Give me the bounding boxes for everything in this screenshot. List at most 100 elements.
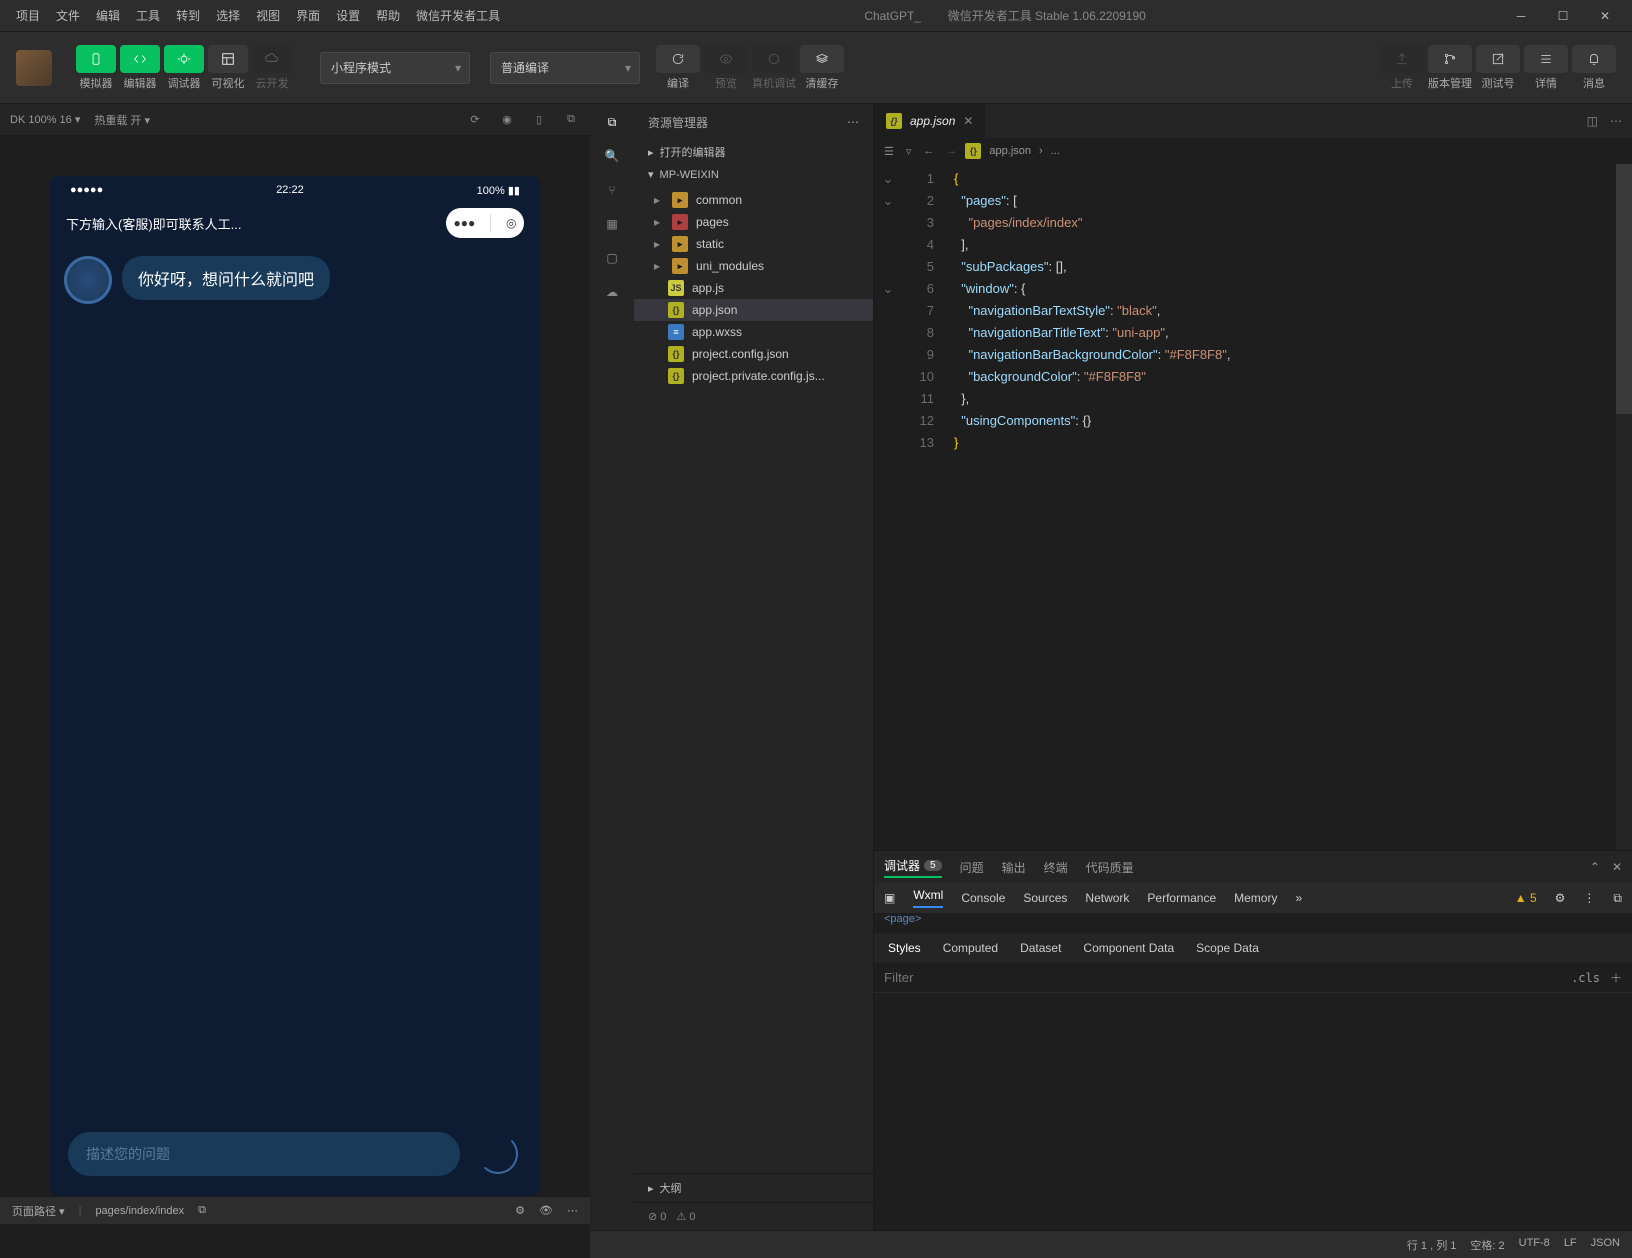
- menu-edit[interactable]: 编辑: [88, 3, 128, 28]
- purge-button[interactable]: [800, 45, 844, 73]
- cloud-tab-icon[interactable]: ☁: [600, 280, 624, 304]
- menu-project[interactable]: 项目: [8, 3, 48, 28]
- toc-icon[interactable]: ☰: [884, 145, 894, 158]
- more-icon[interactable]: ⋯: [567, 1204, 578, 1217]
- capsule-menu-icon[interactable]: ●●●: [453, 216, 475, 230]
- extensions-tab-icon[interactable]: ▦: [600, 212, 624, 236]
- debugger-button[interactable]: [164, 45, 204, 73]
- capsule[interactable]: ●●● ◎: [446, 208, 524, 238]
- cursor-position[interactable]: 行 1 , 列 1: [1407, 1237, 1457, 1253]
- debugger-tab-debugger[interactable]: 调试器 5: [884, 857, 942, 878]
- tree-item-project-private-config-js-[interactable]: {}project.private.config.js...: [634, 365, 873, 387]
- tree-item-project-config-json[interactable]: {}project.config.json: [634, 343, 873, 365]
- language-mode[interactable]: JSON: [1591, 1237, 1620, 1253]
- minimize-button[interactable]: ─: [1502, 4, 1540, 28]
- tab-more-icon[interactable]: ⋯: [1610, 114, 1622, 128]
- editor-tab[interactable]: {} app.json ✕: [874, 104, 985, 138]
- open-editors-section[interactable]: ▸ 打开的编辑器: [634, 140, 873, 164]
- copy-icon[interactable]: ⧉: [562, 111, 580, 129]
- gear-icon[interactable]: ⚙: [1555, 891, 1566, 905]
- inspect-icon[interactable]: ▣: [884, 891, 895, 905]
- debugger-tab-problems[interactable]: 问题: [960, 859, 984, 876]
- realdevice-button[interactable]: [752, 45, 796, 73]
- close-button[interactable]: ✕: [1586, 4, 1624, 28]
- menu-file[interactable]: 文件: [48, 3, 88, 28]
- styles-tab-computed[interactable]: Computed: [943, 941, 998, 955]
- version-button[interactable]: [1428, 45, 1472, 73]
- kebab-icon[interactable]: ⋮: [1583, 891, 1595, 905]
- phone-preview[interactable]: ●●●●●22:22100% ▮▮ 下方输入(客服)即可联系人工... ●●● …: [50, 176, 540, 1196]
- debugger-tab-output[interactable]: 输出: [1002, 859, 1026, 876]
- eol-info[interactable]: LF: [1564, 1237, 1577, 1253]
- errors-count[interactable]: ⊘ 0: [648, 1210, 666, 1223]
- dock-icon[interactable]: ⧉: [1613, 891, 1622, 906]
- capsule-close-icon[interactable]: ◎: [506, 216, 516, 230]
- menu-settings[interactable]: 设置: [328, 3, 368, 28]
- cls-toggle[interactable]: .cls: [1571, 971, 1600, 985]
- devtool-memory[interactable]: Memory: [1234, 891, 1277, 905]
- tree-item-uni_modules[interactable]: ▸uni_modules: [634, 255, 873, 277]
- chevron-up-icon[interactable]: ⌃: [1590, 860, 1600, 874]
- debugger-tab-terminal[interactable]: 终端: [1044, 859, 1068, 876]
- tree-item-app-js[interactable]: JSapp.js: [634, 277, 873, 299]
- refresh-icon[interactable]: ⟳: [466, 111, 484, 129]
- indent-info[interactable]: 空格: 2: [1470, 1237, 1504, 1253]
- page-path[interactable]: pages/index/index: [95, 1205, 184, 1217]
- tree-item-static[interactable]: ▸static: [634, 233, 873, 255]
- record-icon[interactable]: ◉: [498, 111, 516, 129]
- devtool-network[interactable]: Network: [1085, 891, 1129, 905]
- explorer-more-icon[interactable]: ⋯: [847, 115, 859, 129]
- git-tab-icon[interactable]: ⑂: [600, 178, 624, 202]
- preview-button[interactable]: [704, 45, 748, 73]
- maximize-button[interactable]: ☐: [1544, 4, 1582, 28]
- explorer-tab-icon[interactable]: ⧉: [600, 110, 624, 134]
- copy-path-icon[interactable]: ⧉: [198, 1204, 206, 1217]
- user-avatar[interactable]: [16, 50, 52, 86]
- forward-icon[interactable]: →: [946, 145, 957, 158]
- visual-button[interactable]: [208, 45, 248, 73]
- styles-tab-styles[interactable]: Styles: [888, 941, 921, 955]
- menu-select[interactable]: 选择: [208, 3, 248, 28]
- devtool-console[interactable]: Console: [961, 891, 1005, 905]
- mode-select[interactable]: 小程序模式: [320, 52, 470, 84]
- messages-button[interactable]: [1572, 45, 1616, 73]
- code-editor[interactable]: ⌄⌄⌄ 12345678910111213 { "pages": [ "page…: [874, 164, 1632, 850]
- menu-goto[interactable]: 转到: [168, 3, 208, 28]
- menu-help[interactable]: 帮助: [368, 3, 408, 28]
- outline-section[interactable]: ▸ 大纲: [634, 1173, 873, 1202]
- menu-interface[interactable]: 界面: [288, 3, 328, 28]
- minimap[interactable]: [1616, 164, 1632, 850]
- tree-item-common[interactable]: ▸common: [634, 189, 873, 211]
- simulator-button[interactable]: [76, 45, 116, 73]
- gear-icon[interactable]: ⚙: [515, 1204, 525, 1217]
- project-section[interactable]: ▾ MP-WEIXIN: [634, 164, 873, 185]
- editor-button[interactable]: [120, 45, 160, 73]
- cube-icon[interactable]: ▢: [600, 246, 624, 270]
- styles-tab-scope[interactable]: Scope Data: [1196, 941, 1259, 955]
- details-button[interactable]: [1524, 45, 1568, 73]
- menu-wechat-devtools[interactable]: 微信开发者工具: [408, 3, 508, 28]
- tree-item-app-json[interactable]: {}app.json: [634, 299, 873, 321]
- send-swirl-icon[interactable]: [474, 1130, 522, 1178]
- warning-badge[interactable]: ▲ 5: [1515, 891, 1537, 905]
- chat-input[interactable]: 描述您的问题: [68, 1132, 460, 1176]
- tree-item-app-wxss[interactable]: ≡app.wxss: [634, 321, 873, 343]
- compile-select[interactable]: 普通编译: [490, 52, 640, 84]
- device-info[interactable]: DK 100% 16 ▾: [10, 113, 80, 126]
- debugger-tab-quality[interactable]: 代码质量: [1086, 859, 1134, 876]
- devtool-performance[interactable]: Performance: [1147, 891, 1216, 905]
- back-icon[interactable]: ←: [923, 145, 934, 158]
- devtool-more-icon[interactable]: »: [1295, 891, 1302, 905]
- split-icon[interactable]: ◫: [1587, 114, 1598, 128]
- devtool-sources[interactable]: Sources: [1023, 891, 1067, 905]
- devtool-wxml[interactable]: Wxml: [913, 888, 943, 908]
- warnings-count[interactable]: ⚠ 0: [676, 1210, 695, 1223]
- menu-tools[interactable]: 工具: [128, 3, 168, 28]
- encoding-info[interactable]: UTF-8: [1519, 1237, 1550, 1253]
- breadcrumb[interactable]: ☰ ▿ ← → {} app.json › ...: [874, 138, 1632, 164]
- close-tab-icon[interactable]: ✕: [963, 114, 973, 128]
- add-rule-icon[interactable]: ＋: [1610, 969, 1622, 986]
- close-panel-icon[interactable]: ✕: [1612, 860, 1622, 874]
- upload-button[interactable]: [1380, 45, 1424, 73]
- menu-view[interactable]: 视图: [248, 3, 288, 28]
